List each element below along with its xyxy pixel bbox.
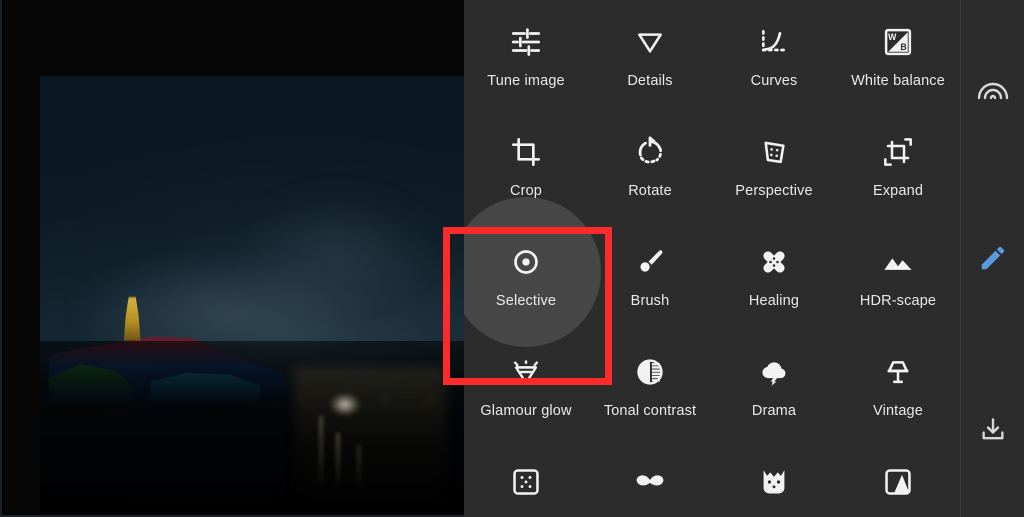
tool-label: Brush [630,293,670,309]
tool-item-vignette[interactable] [836,440,960,517]
photo-cloud-right [209,173,464,323]
snapseed-app-window: Tune image Details Curves W B White balance Cr… [0,0,1024,517]
tool-item-healing[interactable]: Healing [712,220,836,330]
tune-image-icon [506,22,546,62]
brush-icon [630,242,670,282]
tool-label: Drama [751,403,797,419]
tool-label: HDR-scape [859,293,937,309]
tool-item-brush[interactable]: Brush [588,220,712,330]
tool-label: Tonal contrast [603,403,697,419]
perspective-icon [754,132,794,172]
tool-label: Expand [872,183,924,199]
tool-label: Glamour glow [480,403,572,419]
tool-item-tonal-contrast[interactable]: Tonal contrast [588,330,712,440]
curves-icon [754,22,794,62]
glamour-glow-icon [506,352,546,392]
looks-icon[interactable] [961,60,1024,116]
retrolux-icon [630,462,670,502]
export-download-icon[interactable] [961,402,1024,458]
vintage-icon [878,352,918,392]
tool-label: Crop [509,183,543,199]
svg-text:B: B [900,42,906,52]
healing-icon [754,242,794,282]
tool-item-white-balance[interactable]: W B White balance [836,0,960,110]
white-balance-icon: WB [878,22,918,62]
tool-item-selective[interactable]: Selective [464,197,601,347]
tool-item-vintage[interactable]: Vintage [836,330,960,440]
tool-item-perspective[interactable]: Perspective [712,110,836,220]
tonal-contrast-icon [630,352,670,392]
grainy-film-icon [506,462,546,502]
grunge-icon [754,462,794,502]
tool-item-details[interactable]: Details [588,0,712,110]
tool-label: Vintage [873,403,923,419]
tool-item-grainy-film[interactable] [464,440,588,517]
photo-light-streak [319,415,322,491]
window-edge-left [0,0,2,517]
tool-label: Rotate [628,183,672,199]
photo-canvas[interactable] [0,0,464,517]
tool-item-drama[interactable]: Drama [712,330,836,440]
details-icon [630,22,670,62]
tool-item-retrolux[interactable] [588,440,712,517]
tool-label: Healing [748,293,800,309]
photo-headlight [324,389,367,420]
tool-item-hdr-scape[interactable]: HDR-scape [836,220,960,330]
tool-item-rotate[interactable]: Rotate [588,110,712,220]
pencil-tools-icon[interactable] [961,230,1024,286]
photo-light-streak [358,446,360,491]
tools-grid: Tune image Details Curves W B White balance Cr… [464,0,960,517]
tool-label: Perspective [735,183,813,199]
rotate-icon [630,132,670,172]
edited-photo[interactable] [40,76,464,517]
tool-item-grunge[interactable] [712,440,836,517]
tool-item-curves[interactable]: Curves [712,0,836,110]
selective-icon [506,242,546,282]
drama-icon [754,352,794,392]
tool-item-crop[interactable]: Crop [464,110,588,220]
hdr-scape-icon [878,242,918,282]
photo-light-streak [336,433,339,491]
crop-icon [506,132,546,172]
right-rail [960,0,1024,517]
tool-item-tune-image[interactable]: Tune image [464,0,588,110]
tools-panel: Tune image Details Curves W B White balance Cr… [464,0,960,517]
tool-item-glamour-glow[interactable]: Glamour glow [464,330,588,440]
photo-road [294,367,448,517]
tool-label: Details [627,73,673,89]
tool-label: Selective [495,293,557,309]
tool-label: Tune image [487,73,565,89]
vignette-icon [878,462,918,502]
expand-icon [878,132,918,172]
tool-label: Curves [750,73,798,89]
tool-item-expand[interactable]: Expand [836,110,960,220]
tool-label: White balance [851,73,945,89]
svg-text:W: W [888,32,897,42]
